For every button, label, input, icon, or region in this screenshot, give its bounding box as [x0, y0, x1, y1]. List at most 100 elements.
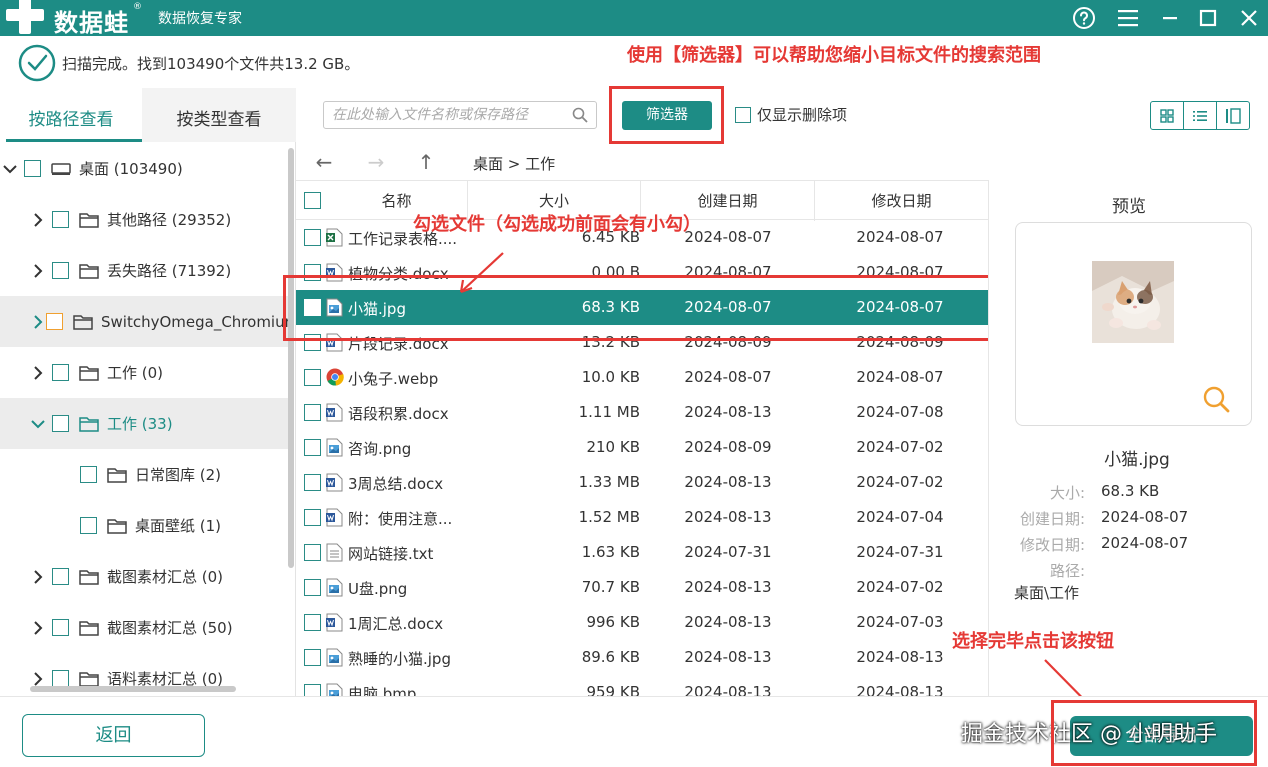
file-created-date: 2024-08-07 — [684, 263, 772, 281]
file-row[interactable]: U盘.png 70.7 KB 2024-08-13 2024-07-02 — [296, 570, 988, 605]
arrow-up-icon: ↑ — [417, 150, 435, 174]
chevron-down-icon[interactable] — [30, 416, 46, 432]
preview-path-label: 路径: — [1049, 562, 1085, 580]
tree-item[interactable]: SwitchyOmega_Chromium — [0, 296, 290, 347]
help-button[interactable] — [1070, 4, 1098, 32]
file-row[interactable]: 小猫.jpg 68.3 KB 2024-08-07 2024-08-07 — [296, 290, 988, 325]
tree-horizontal-scrollbar[interactable] — [30, 686, 236, 692]
file-row[interactable]: 3周总结.docx 1.33 MB 2024-08-13 2024-07-02 — [296, 465, 988, 500]
file-row[interactable]: 咨询.png 210 KB 2024-08-09 2024-07-02 — [296, 430, 988, 465]
file-row-checkbox[interactable] — [304, 579, 321, 596]
select-all-checkbox[interactable] — [304, 192, 321, 209]
chevron-right-icon[interactable] — [30, 314, 46, 330]
tree-item-checkbox[interactable] — [52, 415, 69, 432]
file-row[interactable]: 熟睡的小猫.jpg 89.6 KB 2024-08-13 2024-08-13 — [296, 640, 988, 675]
chevron-right-icon[interactable] — [30, 263, 46, 279]
tab-by-type[interactable]: 按类型查看 — [148, 88, 290, 142]
preview-thumbnail[interactable] — [1092, 261, 1174, 343]
tree-item-label: 截图素材汇总 (0) — [107, 568, 224, 586]
file-row-checkbox[interactable] — [304, 229, 321, 246]
tree-item-checkbox[interactable] — [52, 568, 69, 585]
tree-item[interactable]: 工作 (0) — [0, 347, 290, 398]
detail-view-button[interactable] — [1217, 102, 1249, 129]
file-row[interactable]: 小兔子.webp 10.0 KB 2024-08-07 2024-08-07 — [296, 360, 988, 395]
chevron-right-icon[interactable] — [30, 365, 46, 381]
back-button[interactable]: 返回 — [22, 714, 205, 757]
file-row-checkbox[interactable] — [304, 299, 321, 316]
grid-view-button[interactable] — [1151, 102, 1184, 129]
column-modified[interactable]: 修改日期 — [815, 181, 988, 221]
tree-item-checkbox[interactable] — [80, 517, 97, 534]
file-name: 附：使用注意... — [348, 510, 453, 528]
chevron-right-icon[interactable] — [30, 569, 46, 585]
file-row-checkbox[interactable] — [304, 369, 321, 386]
file-row-checkbox[interactable] — [304, 509, 321, 526]
file-row[interactable]: 片段记录.docx 13.2 KB 2024-08-09 2024-08-09 — [296, 325, 988, 360]
tree-item[interactable]: 丢失路径 (71392) — [0, 245, 290, 296]
word-file-icon — [326, 263, 343, 282]
forward-nav-button[interactable]: → — [363, 149, 389, 175]
tree-item[interactable]: 桌面壁纸 (1) — [0, 500, 290, 551]
close-button[interactable] — [1235, 4, 1263, 32]
tree-item-checkbox[interactable] — [52, 619, 69, 636]
chevron-right-icon[interactable] — [30, 212, 46, 228]
tree-vertical-scrollbar[interactable] — [288, 148, 294, 568]
only-deleted-toggle[interactable]: 仅显示删除项 — [735, 104, 847, 125]
menu-button[interactable] — [1114, 4, 1142, 32]
tree-item-checkbox[interactable] — [52, 364, 69, 381]
file-size: 959 KB — [586, 683, 640, 696]
tree-item-checkbox[interactable] — [80, 466, 97, 483]
search-input[interactable] — [332, 105, 562, 125]
file-row-checkbox[interactable] — [304, 614, 321, 631]
file-row-checkbox[interactable] — [304, 334, 321, 351]
tree-item-checkbox[interactable] — [46, 313, 63, 330]
search-icon[interactable] — [572, 107, 588, 123]
file-row-checkbox[interactable] — [304, 474, 321, 491]
tab-by-path[interactable]: 按路径查看 — [0, 88, 142, 142]
minimize-button[interactable] — [1156, 4, 1184, 32]
title-bar: 数据蛙 ® 数据恢复专家 — [0, 0, 1268, 37]
chevron-right-icon[interactable] — [30, 620, 46, 636]
folder-icon — [79, 212, 99, 228]
file-row[interactable]: 语段积累.docx 1.11 MB 2024-08-13 2024-07-08 — [296, 395, 988, 430]
search-box[interactable] — [323, 101, 597, 129]
file-row-checkbox[interactable] — [304, 439, 321, 456]
file-created-date: 2024-08-13 — [684, 648, 772, 666]
tree-item-checkbox[interactable] — [52, 211, 69, 228]
chevron-right-icon[interactable] — [30, 671, 46, 687]
file-name: 咨询.png — [348, 440, 412, 458]
file-table-body: 工作记录表格.... 6.45 KB 2024-08-07 2024-08-07 植物分… — [296, 220, 988, 696]
filter-button[interactable]: 筛选器 — [622, 101, 712, 130]
file-modified-date: 2024-07-02 — [856, 438, 944, 456]
tree-item[interactable]: 截图素材汇总 (0) — [0, 551, 290, 602]
file-row-checkbox[interactable] — [304, 544, 321, 561]
tree-item-label: 其他路径 (29352) — [107, 211, 232, 229]
tree-item[interactable]: 工作 (33) — [0, 398, 290, 449]
only-deleted-checkbox[interactable] — [735, 106, 751, 123]
breadcrumb: 桌面 > 工作 — [473, 155, 556, 173]
watermark: 掘金技术社区 @ 小明助手 — [961, 722, 1217, 747]
zoom-icon[interactable] — [1202, 385, 1230, 413]
tree-item-checkbox[interactable] — [52, 262, 69, 279]
tree-item[interactable]: 桌面 (103490) — [0, 143, 290, 194]
list-view-button[interactable] — [1184, 102, 1217, 129]
tree-item[interactable]: 截图素材汇总 (50) — [0, 602, 290, 653]
maximize-button[interactable] — [1194, 4, 1222, 32]
up-nav-button[interactable]: ↑ — [413, 149, 439, 175]
tree-item[interactable]: 其他路径 (29352) — [0, 194, 290, 245]
file-row[interactable]: 植物分类.docx 0.00 B 2024-08-07 2024-08-07 — [296, 255, 988, 290]
tree-item[interactable]: 日常图库 (2) — [0, 449, 290, 500]
file-row[interactable]: 网站链接.txt 1.63 KB 2024-07-31 2024-07-31 — [296, 535, 988, 570]
file-row[interactable]: 电脑.bmp 959 KB 2024-08-13 2024-08-13 — [296, 675, 988, 696]
file-row-checkbox[interactable] — [304, 684, 321, 696]
tree-item-checkbox[interactable] — [52, 670, 69, 687]
file-row-checkbox[interactable] — [304, 649, 321, 666]
back-nav-button[interactable]: ← — [311, 149, 337, 175]
tree-item-checkbox[interactable] — [24, 160, 41, 177]
file-row-checkbox[interactable] — [304, 264, 321, 281]
image-file-icon — [326, 298, 343, 317]
chevron-down-icon[interactable] — [2, 161, 18, 177]
file-row[interactable]: 1周汇总.docx 996 KB 2024-08-13 2024-07-03 — [296, 605, 988, 640]
file-row[interactable]: 附：使用注意... 1.52 MB 2024-08-13 2024-07-04 — [296, 500, 988, 535]
file-row-checkbox[interactable] — [304, 404, 321, 421]
